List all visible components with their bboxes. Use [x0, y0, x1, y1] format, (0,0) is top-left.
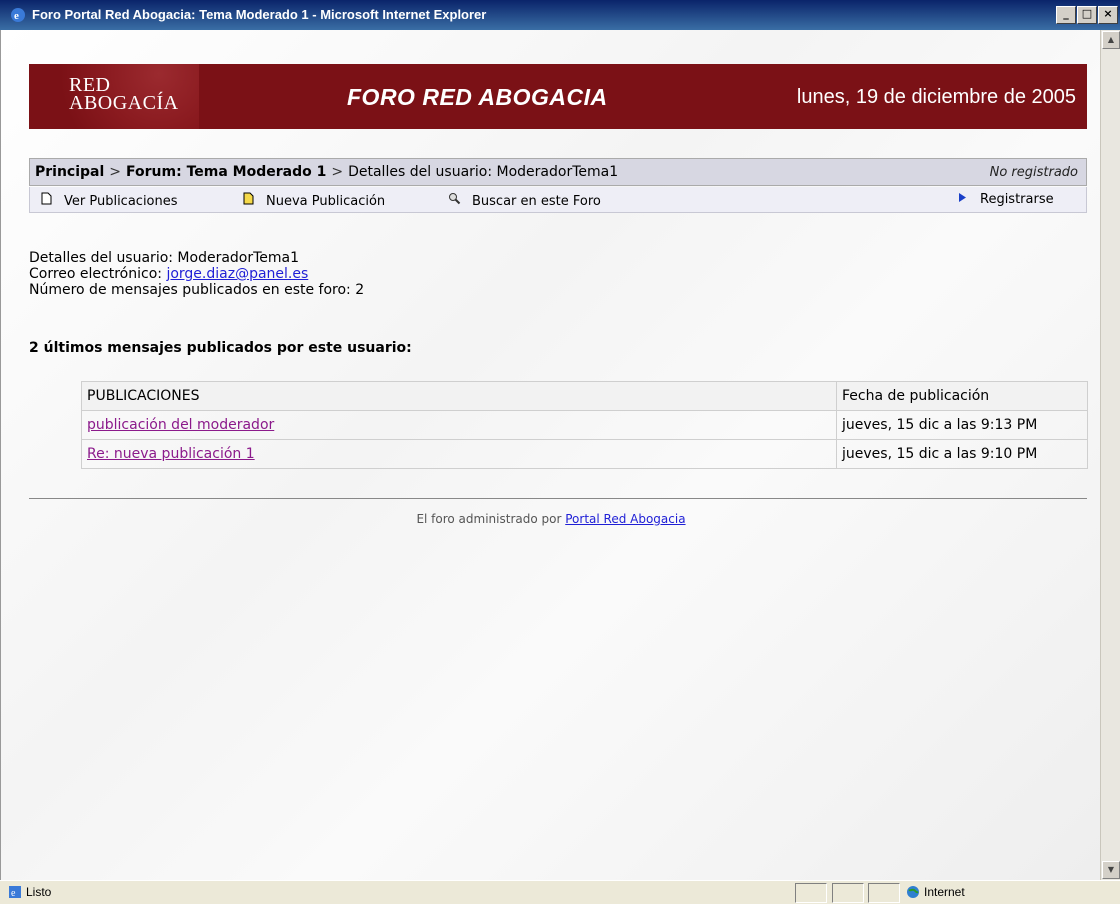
register-button[interactable]: Registrarse: [956, 192, 1054, 207]
post-title-cell: publicación del moderador: [81, 410, 837, 440]
new-post-button[interactable]: Nueva Publicación: [242, 192, 385, 209]
close-button[interactable]: ×: [1098, 6, 1118, 24]
table-row: Re: nueva publicación 1 jueves, 15 dic a…: [81, 439, 1088, 469]
logo-line-2: ABOGACÍA: [69, 92, 179, 114]
status-text-area: e Listo: [8, 885, 51, 899]
breadcrumb-forum[interactable]: Forum: Tema Moderado 1: [126, 164, 326, 180]
breadcrumb: Principal > Forum: Tema Moderado 1 > Detalle…: [29, 158, 1087, 186]
status-bar: e Listo Internet: [0, 880, 1120, 904]
logo-text: RED ABOGACÍA: [69, 75, 179, 114]
window-titlebar: e Foro Portal Red Abogacia: Tema Moderad…: [0, 0, 1120, 30]
footer-divider: [29, 498, 1087, 499]
search-icon: [448, 192, 461, 209]
page-status-icon: e: [9, 886, 21, 899]
maximize-button[interactable]: □: [1077, 6, 1097, 24]
triangle-right-icon: [956, 192, 968, 207]
red-abogacia-logo[interactable]: RED ABOGACÍA: [29, 64, 199, 129]
status-cell: [868, 883, 900, 903]
user-details: Detalles del usuario: ModeradorTema1 Cor…: [29, 250, 364, 298]
column-header-posts: PUBLICACIONES: [81, 381, 837, 411]
site-banner: RED ABOGACÍA FORO RED ABOGACIA lunes, 19…: [29, 64, 1087, 129]
breadcrumb-separator: >: [331, 164, 344, 180]
page-icon: [40, 192, 52, 209]
status-text: Listo: [26, 885, 52, 899]
post-title-cell: Re: nueva publicación 1: [81, 439, 837, 469]
post-count: Número de mensajes publicados en este fo…: [29, 282, 365, 298]
email-label: Correo electrónico:: [29, 266, 162, 282]
footer-text: El foro administrado por: [416, 512, 562, 526]
zone-label: Internet: [924, 885, 965, 899]
post-link[interactable]: publicación del moderador: [87, 417, 274, 433]
post-date-cell: jueves, 15 dic a las 9:13 PM: [836, 410, 1088, 440]
vertical-scrollbar[interactable]: ▲ ▼: [1100, 30, 1120, 880]
page-footer: El foro administrado por Portal Red Abog…: [1, 512, 1101, 526]
user-email-line: Correo electrónico: jorge.diaz@panel.es: [29, 266, 364, 282]
view-posts-label: Ver Publicaciones: [64, 194, 178, 209]
banner-date: lunes, 19 de diciembre de 2005: [796, 86, 1076, 108]
new-post-label: Nueva Publicación: [266, 194, 386, 209]
register-label: Registrarse: [980, 192, 1054, 207]
forum-toolbar: Ver Publicaciones Nueva Publicación Busc…: [29, 187, 1087, 213]
window-controls: _ □ ×: [1056, 6, 1118, 24]
status-cell: [795, 883, 827, 903]
status-cell: [832, 883, 864, 903]
column-header-date: Fecha de publicación: [836, 381, 1088, 411]
ie-icon: e: [11, 8, 25, 22]
security-zone: Internet: [906, 885, 965, 899]
breadcrumb-current: Detalles del usuario: ModeradorTema1: [348, 164, 619, 180]
window-title: Foro Portal Red Abogacia: Tema Moderado …: [32, 7, 487, 22]
globe-icon: [907, 886, 919, 898]
post-link[interactable]: Re: nueva publicación 1: [87, 446, 255, 462]
svg-text:e: e: [14, 10, 19, 22]
minimize-button[interactable]: _: [1056, 6, 1076, 24]
post-date-cell: jueves, 15 dic a las 9:10 PM: [836, 439, 1088, 469]
footer-link[interactable]: Portal Red Abogacia: [565, 512, 685, 526]
recent-posts-heading: 2 últimos mensajes publicados por este u…: [29, 340, 412, 356]
scroll-up-arrow-icon[interactable]: ▲: [1102, 31, 1120, 49]
table-header-row: PUBLICACIONES Fecha de publicación: [81, 381, 1088, 411]
email-link[interactable]: jorge.diaz@panel.es: [166, 266, 308, 282]
table-row: publicación del moderador jueves, 15 dic…: [81, 410, 1088, 440]
new-page-icon: [242, 192, 254, 209]
search-forum-button[interactable]: Buscar en este Foro: [448, 192, 601, 209]
browser-viewport: RED ABOGACÍA FORO RED ABOGACIA lunes, 19…: [0, 30, 1102, 880]
scroll-down-arrow-icon[interactable]: ▼: [1102, 861, 1120, 879]
view-posts-button[interactable]: Ver Publicaciones: [40, 192, 178, 209]
banner-title: FORO RED ABOGACIA: [347, 84, 608, 110]
svg-text:e: e: [11, 888, 16, 899]
recent-posts-table: PUBLICACIONES Fecha de publicación publi…: [81, 381, 1088, 469]
search-forum-label: Buscar en este Foro: [472, 194, 601, 209]
breadcrumb-home[interactable]: Principal: [35, 164, 104, 180]
breadcrumb-separator: >: [109, 164, 122, 180]
breadcrumb-trail: Principal > Forum: Tema Moderado 1 > Detalle…: [35, 164, 618, 180]
login-status: No registrado: [989, 165, 1078, 180]
user-details-label: Detalles del usuario: ModeradorTema1: [29, 250, 300, 266]
